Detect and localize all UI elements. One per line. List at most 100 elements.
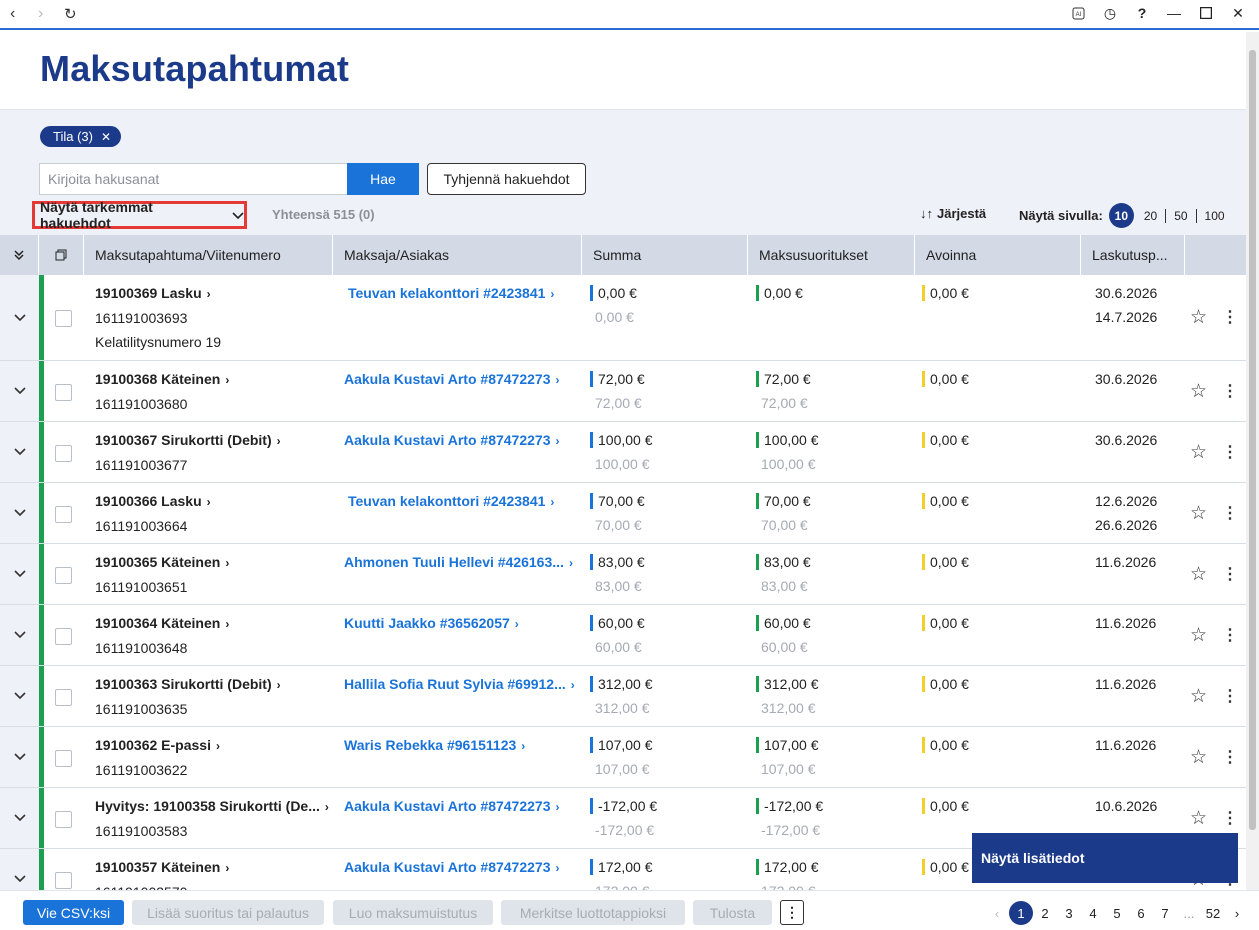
expand-row-icon[interactable] <box>0 483 39 543</box>
star-icon[interactable]: ☆ <box>1190 746 1207 769</box>
row-menu-icon[interactable]: ⋮ <box>1222 808 1238 828</box>
column-header-open[interactable]: Avoinna <box>915 235 1081 275</box>
expand-row-icon[interactable] <box>0 605 39 665</box>
transaction-link[interactable]: 19100363 Sirukortti (Debit) › <box>95 672 281 697</box>
page-link[interactable]: 6 <box>1129 906 1153 921</box>
row-checkbox[interactable] <box>55 689 72 706</box>
transaction-link[interactable]: 19100357 Käteinen › <box>95 855 229 880</box>
per-page-option-active[interactable]: 10 <box>1108 203 1134 228</box>
status-filter-chip[interactable]: Tila (3) ✕ <box>40 126 122 147</box>
table-row[interactable]: 19100367 Sirukortti (Debit) › 161191003677… <box>0 422 1246 483</box>
expand-row-icon[interactable] <box>0 727 39 787</box>
print-button[interactable]: Tulosta <box>693 900 772 925</box>
expand-row-icon[interactable] <box>0 422 39 482</box>
star-icon[interactable]: ☆ <box>1190 685 1207 708</box>
page-link[interactable]: 5 <box>1105 906 1129 921</box>
expand-row-icon[interactable] <box>0 275 39 360</box>
scrollbar-thumb[interactable] <box>1249 50 1256 830</box>
per-page-option[interactable]: 20 <box>1136 209 1165 223</box>
page-link[interactable]: 7 <box>1153 906 1177 921</box>
customer-link[interactable]: Aakula Kustavi Arto #87472273 › <box>344 428 559 453</box>
page-link[interactable]: 4 <box>1081 906 1105 921</box>
help-icon[interactable]: ? <box>1133 4 1151 22</box>
per-page-option[interactable]: 100 <box>1195 208 1233 223</box>
star-icon[interactable]: ☆ <box>1190 624 1207 647</box>
row-menu-icon[interactable]: ⋮ <box>1222 686 1238 706</box>
customer-link[interactable]: Aakula Kustavi Arto #87472273 › <box>344 794 559 819</box>
mark-credit-loss-button[interactable]: Merkitse luottotappioksi <box>501 900 685 925</box>
transaction-link[interactable]: 19100367 Sirukortti (Debit) › <box>95 428 281 453</box>
customer-link[interactable]: Teuvan kelakonttori #2423841 › <box>348 281 554 306</box>
transaction-link[interactable]: Hyvitys: 19100358 Sirukortti (De... › <box>95 794 329 819</box>
row-checkbox[interactable] <box>55 750 72 767</box>
column-header-sum[interactable]: Summa <box>582 235 748 275</box>
row-menu-icon[interactable]: ⋮ <box>1222 381 1238 401</box>
row-checkbox[interactable] <box>55 310 72 327</box>
transaction-link[interactable]: 19100369 Lasku › <box>95 281 221 306</box>
table-row[interactable]: 19100365 Käteinen › 161191003651 Ahmonen Tu… <box>0 544 1246 605</box>
table-row[interactable]: 19100363 Sirukortti (Debit) › 161191003635… <box>0 666 1246 727</box>
transaction-link[interactable]: 19100368 Käteinen › <box>95 367 229 392</box>
advanced-search-toggle[interactable]: Näytä tarkemmat hakuehdot <box>32 199 247 231</box>
page-link[interactable]: 2 <box>1033 906 1057 921</box>
column-header-transaction[interactable]: Maksutapahtuma/Viitenumero <box>84 235 333 275</box>
row-checkbox[interactable] <box>55 384 72 401</box>
select-all-icon[interactable] <box>39 235 84 275</box>
row-checkbox[interactable] <box>55 811 72 828</box>
row-menu-icon[interactable]: ⋮ <box>1222 564 1238 584</box>
table-row[interactable]: 19100366 Lasku › 161191003664 Teuvan kelako… <box>0 483 1246 544</box>
expand-row-icon[interactable] <box>0 666 39 726</box>
row-checkbox[interactable] <box>55 567 72 584</box>
prev-page-icon[interactable]: ‹ <box>985 906 1009 921</box>
row-checkbox[interactable] <box>55 445 72 462</box>
expand-row-icon[interactable] <box>0 361 39 421</box>
customer-link[interactable]: Aakula Kustavi Arto #87472273 › <box>344 367 559 392</box>
customer-link[interactable]: Kuutti Jaakko #36562057 › <box>344 611 519 636</box>
table-row[interactable]: 19100364 Käteinen › 161191003648 Kuutti Jaa… <box>0 605 1246 666</box>
maximize-icon[interactable] <box>1197 4 1215 22</box>
reload-icon[interactable]: ↻ <box>64 5 77 23</box>
close-icon[interactable]: ✕ <box>1229 4 1247 22</box>
page-link-last[interactable]: 52 <box>1201 906 1225 921</box>
transaction-link[interactable]: 19100362 E-passi › <box>95 733 220 758</box>
star-icon[interactable]: ☆ <box>1190 563 1207 586</box>
row-menu-icon[interactable]: ⋮ <box>1222 442 1238 462</box>
row-checkbox[interactable] <box>55 506 72 523</box>
column-header-customer[interactable]: Maksaja/Asiakas <box>333 235 582 275</box>
back-icon[interactable]: ‹ <box>10 5 15 23</box>
star-icon[interactable]: ☆ <box>1190 441 1207 464</box>
export-csv-button[interactable]: Vie CSV:ksi <box>23 900 124 925</box>
add-payment-button[interactable]: Lisää suoritus tai palautus <box>132 900 324 925</box>
customer-link[interactable]: Ahmonen Tuuli Hellevi #426163... › <box>344 550 573 575</box>
customer-link[interactable]: Teuvan kelakonttori #2423841 › <box>348 489 554 514</box>
show-details-popup[interactable]: Näytä lisätiedot <box>972 833 1238 883</box>
search-input[interactable] <box>39 163 348 195</box>
row-menu-icon[interactable]: ⋮ <box>1222 747 1238 767</box>
remove-chip-icon[interactable]: ✕ <box>101 130 111 144</box>
per-page-option[interactable]: 50 <box>1165 208 1195 223</box>
ai-icon[interactable]: AI <box>1069 4 1087 22</box>
star-icon[interactable]: ☆ <box>1190 306 1207 329</box>
search-button[interactable]: Hae <box>347 163 419 195</box>
table-row[interactable]: 19100362 E-passi › 161191003622 Waris Rebek… <box>0 727 1246 788</box>
sort-button[interactable]: ↓↑ Järjestä <box>920 206 986 221</box>
row-checkbox[interactable] <box>55 872 72 889</box>
column-header-payments[interactable]: Maksusuoritukset <box>748 235 915 275</box>
transaction-link[interactable]: 19100366 Lasku › <box>95 489 211 514</box>
column-header-invoice-date[interactable]: Laskutusp... <box>1081 235 1185 275</box>
vertical-scrollbar[interactable] <box>1246 32 1259 890</box>
clear-filters-button[interactable]: Tyhjennä hakuehdot <box>427 163 586 195</box>
expand-row-icon[interactable] <box>0 849 39 890</box>
customer-link[interactable]: Waris Rebekka #96151123 › <box>344 733 525 758</box>
table-row[interactable]: 19100369 Lasku › 161191003693 Kelatilitysnu… <box>0 275 1246 361</box>
star-icon[interactable]: ☆ <box>1190 380 1207 403</box>
history-icon[interactable]: ◷ <box>1101 4 1119 22</box>
expand-row-icon[interactable] <box>0 788 39 848</box>
more-actions-button[interactable]: ⋮ <box>780 900 804 925</box>
row-checkbox[interactable] <box>55 628 72 645</box>
page-active[interactable]: 1 <box>1009 901 1033 925</box>
transaction-link[interactable]: 19100364 Käteinen › <box>95 611 229 636</box>
page-link[interactable]: 3 <box>1057 906 1081 921</box>
table-row[interactable]: 19100368 Käteinen › 161191003680 Aakula Kus… <box>0 361 1246 422</box>
forward-icon[interactable]: › <box>38 5 43 23</box>
